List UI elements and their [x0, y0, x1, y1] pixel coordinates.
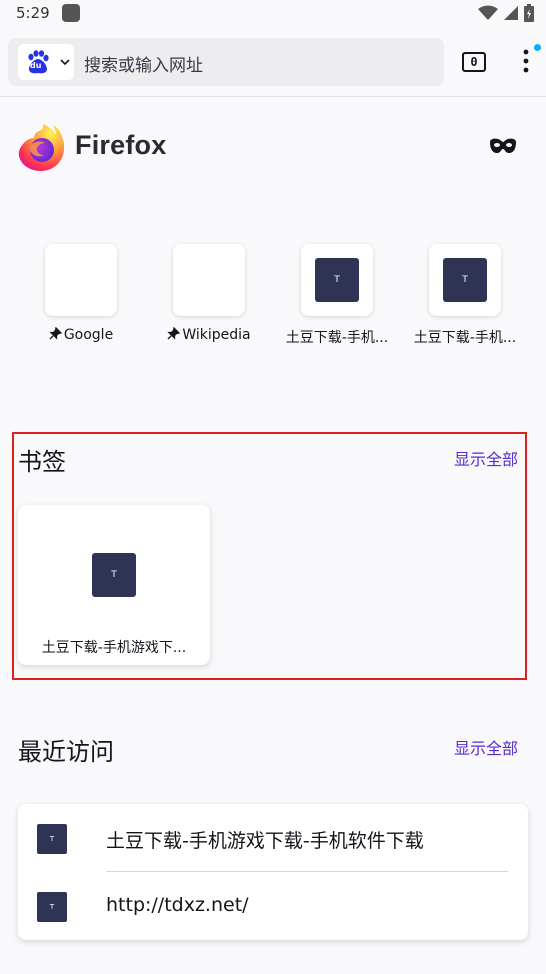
bookmarks-title: 书签: [18, 448, 66, 476]
chevron-down-icon: [60, 59, 70, 66]
top-site-label: Google: [17, 327, 145, 343]
bookmarks-show-all-link[interactable]: 显示全部: [454, 446, 518, 470]
notification-dot: [534, 44, 541, 51]
site-favicon: T: [37, 824, 67, 854]
top-site-label: Wikipedia: [145, 327, 273, 343]
recent-visits-card: T 土豆下载-手机游戏下载-手机软件下载 T http://tdxz.net/: [18, 804, 528, 940]
top-site-google[interactable]: Google: [17, 244, 145, 354]
tab-count: 0: [462, 52, 486, 72]
top-site-tudou-1[interactable]: T 土豆下载-手机...: [273, 244, 401, 354]
browser-toolbar: du 搜索或输入网址 0: [0, 28, 546, 97]
status-time: 5:29: [16, 4, 50, 22]
top-sites: Google Wikipedia T 土豆下载-手机... T 土豆下载-手机.…: [0, 244, 546, 354]
private-mask-icon: [490, 138, 516, 153]
recent-visit-item[interactable]: T 土豆下载-手机游戏下载-手机软件下载: [18, 804, 528, 872]
app-notification-icon: [62, 4, 80, 22]
battery-icon: [524, 4, 534, 22]
bookmark-label: 土豆下载-手机游戏下...: [41, 640, 187, 656]
recent-visit-item[interactable]: T http://tdxz.net/: [18, 872, 528, 940]
firefox-logo-icon: [18, 124, 64, 171]
top-site-tile: T: [301, 244, 373, 316]
signal-icon: [504, 6, 518, 20]
site-favicon: T: [443, 258, 487, 302]
recent-visits-title: 最近访问: [18, 738, 114, 766]
site-favicon: T: [92, 553, 136, 597]
top-site-tudou-2[interactable]: T 土豆下载-手机...: [401, 244, 529, 354]
top-site-label: 土豆下载-手机...: [413, 330, 517, 346]
baidu-logo-text: du: [30, 61, 42, 70]
site-favicon: T: [315, 258, 359, 302]
tabs-counter-button[interactable]: 0: [456, 46, 492, 78]
url-placeholder: 搜索或输入网址: [84, 56, 203, 76]
search-engine-selector[interactable]: du: [18, 44, 74, 80]
pin-icon: [167, 327, 181, 340]
top-site-wikipedia[interactable]: Wikipedia: [145, 244, 273, 354]
wifi-icon: [478, 5, 498, 20]
recent-visits-show-all-link[interactable]: 显示全部: [454, 735, 518, 759]
private-browsing-button[interactable]: [486, 134, 520, 160]
pin-icon: [49, 327, 62, 340]
url-bar[interactable]: du 搜索或输入网址: [8, 38, 444, 86]
bookmark-item[interactable]: T 土豆下载-手机游戏下...: [18, 505, 210, 665]
status-icons: [478, 4, 534, 22]
site-favicon: T: [37, 892, 67, 922]
firefox-wordmark-row: Firefox: [0, 118, 546, 178]
recent-visit-label: 土豆下载-手机游戏下载-手机软件下载: [106, 830, 424, 852]
top-site-label: 土豆下载-手机...: [285, 330, 389, 346]
top-site-tile: [45, 244, 117, 316]
recent-visit-label: http://tdxz.net/: [106, 894, 249, 916]
top-site-tile: T: [429, 244, 501, 316]
firefox-wordmark: Firefox: [75, 130, 167, 160]
status-bar: 5:29: [0, 0, 546, 28]
top-site-tile: [173, 244, 245, 316]
menu-button[interactable]: [510, 44, 542, 80]
